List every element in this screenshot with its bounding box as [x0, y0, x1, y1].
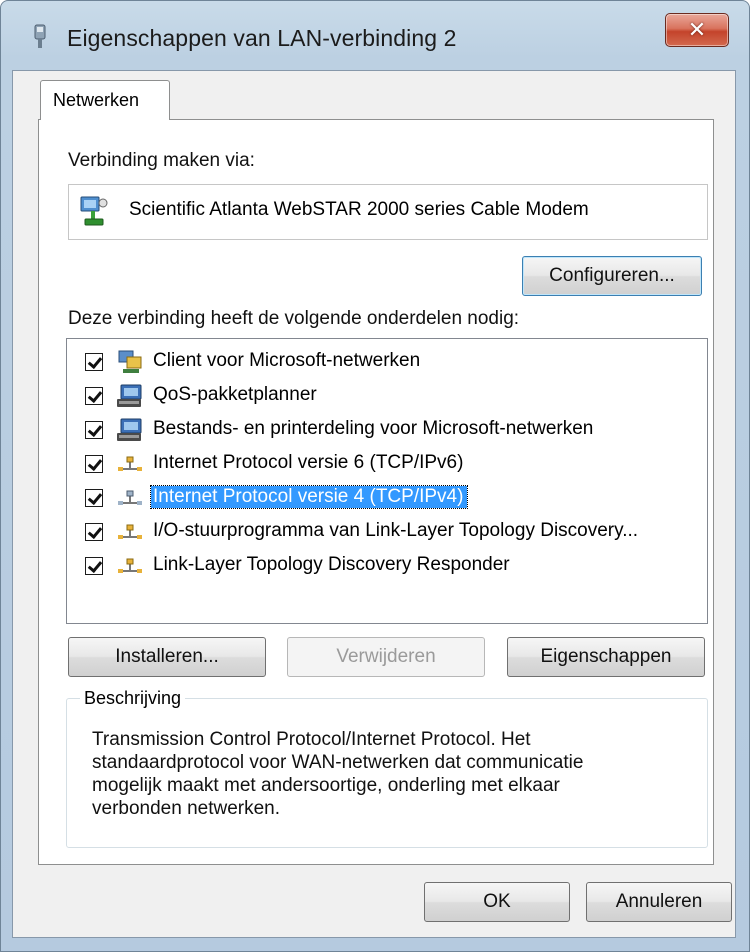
description-line: standaardprotocol voor WAN-netwerken dat… — [92, 752, 584, 773]
title-bar[interactable]: Eigenschappen van LAN-verbinding 2 ✕ — [1, 1, 749, 71]
ok-button[interactable]: OK — [424, 882, 570, 922]
tab-label: Netwerken — [53, 90, 140, 110]
checkbox[interactable] — [85, 557, 103, 575]
cancel-button[interactable]: Annuleren — [586, 882, 732, 922]
connect-via-label: Verbinding maken via: — [68, 150, 255, 171]
list-item[interactable]: I/O-stuurprogramma van Link-Layer Topolo… — [67, 515, 707, 549]
checkbox[interactable] — [85, 387, 103, 405]
device-field: Scientific Atlanta WebSTAR 2000 series C… — [68, 184, 708, 240]
list-item[interactable]: QoS-pakketplanner — [67, 379, 707, 413]
network-service-icon — [117, 384, 142, 407]
description-text: Transmission Control Protocol/Internet P… — [92, 728, 692, 820]
component-label: Client voor Microsoft-netwerken — [153, 350, 421, 371]
description-line: verbonden netwerken. — [92, 798, 281, 819]
configure-button[interactable]: Configureren... — [522, 256, 702, 296]
network-connection-icon — [34, 24, 46, 48]
network-adapter-icon — [80, 196, 108, 226]
close-icon: ✕ — [687, 17, 707, 42]
protocol-icon — [118, 490, 142, 505]
protocol-icon — [118, 456, 142, 471]
close-button[interactable]: ✕ — [665, 13, 729, 47]
component-label: Internet Protocol versie 6 (TCP/IPv6) — [153, 452, 464, 473]
component-label: I/O-stuurprogramma van Link-Layer Topolo… — [153, 520, 639, 541]
components-label: Deze verbinding heeft de volgende onderd… — [68, 308, 520, 329]
description-line: mogelijk maakt met andersoortige, onderl… — [92, 775, 560, 796]
install-button[interactable]: Installeren... — [68, 637, 266, 677]
checkbox[interactable] — [85, 353, 103, 371]
window-title: Eigenschappen van LAN-verbinding 2 — [67, 25, 457, 51]
tab-netwerken[interactable]: Netwerken — [40, 80, 170, 120]
properties-button[interactable]: Eigenschappen — [507, 637, 705, 677]
component-label: Bestands- en printerdeling voor Microsof… — [153, 418, 594, 439]
list-item[interactable]: Bestands- en printerdeling voor Microsof… — [67, 413, 707, 447]
network-client-icon — [118, 350, 142, 373]
component-label: Link-Layer Topology Discovery Responder — [153, 554, 510, 575]
device-name: Scientific Atlanta WebSTAR 2000 series C… — [129, 199, 589, 220]
description-title: Beschrijving — [80, 688, 186, 709]
list-item[interactable]: Internet Protocol versie 6 (TCP/IPv6) — [67, 447, 707, 481]
description-line: Transmission Control Protocol/Internet P… — [92, 729, 531, 750]
protocol-icon — [118, 558, 142, 573]
checkbox[interactable] — [85, 489, 103, 507]
remove-button[interactable]: Verwijderen — [287, 637, 485, 677]
checkbox[interactable] — [85, 455, 103, 473]
checkbox[interactable] — [85, 523, 103, 541]
list-item[interactable]: Link-Layer Topology Discovery Responder — [67, 549, 707, 583]
component-label: Internet Protocol versie 4 (TCP/IPv4) — [149, 485, 469, 509]
checkbox[interactable] — [85, 421, 103, 439]
list-item[interactable]: Client voor Microsoft-netwerken — [67, 345, 707, 379]
network-service-icon — [117, 418, 142, 441]
component-label: QoS-pakketplanner — [153, 384, 317, 405]
list-item[interactable]: Internet Protocol versie 4 (TCP/IPv4) — [67, 481, 707, 515]
protocol-icon — [118, 524, 142, 539]
components-list[interactable]: Client voor Microsoft-netwerken QoS-pakk… — [66, 338, 708, 624]
